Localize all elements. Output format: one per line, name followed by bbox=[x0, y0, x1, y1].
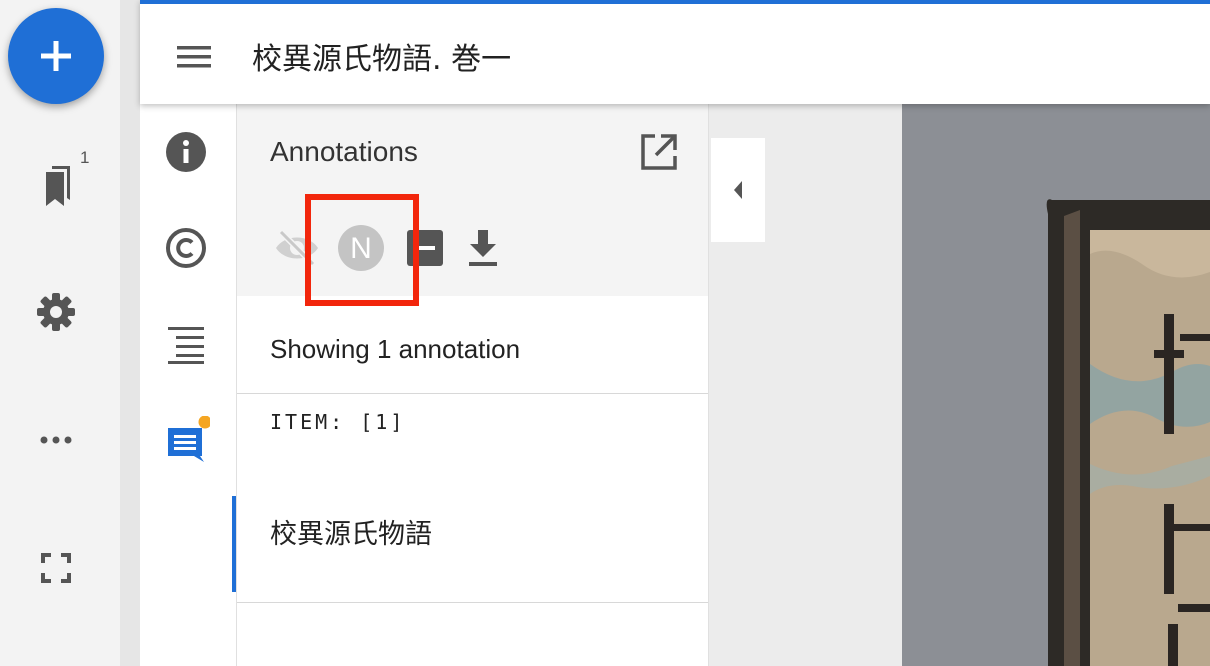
svg-text:N: N bbox=[350, 232, 372, 265]
more-horiz-icon bbox=[40, 436, 72, 444]
toggle-visibility-button[interactable] bbox=[273, 224, 321, 272]
divider bbox=[237, 602, 708, 603]
open-in-new-icon bbox=[641, 134, 677, 170]
left-rail: 1 bbox=[0, 0, 120, 666]
bookmarks-icon bbox=[46, 166, 70, 206]
fullscreen-button[interactable] bbox=[26, 538, 86, 598]
notification-dot bbox=[198, 416, 210, 429]
settings-button[interactable] bbox=[26, 282, 86, 342]
divider bbox=[237, 393, 708, 394]
tab-information[interactable] bbox=[160, 126, 212, 178]
annotation-item-label: ITEM: [1] bbox=[270, 410, 406, 434]
bookmark-count-badge: 1 bbox=[80, 148, 90, 167]
book-image[interactable] bbox=[902, 104, 1210, 666]
hamburger-icon bbox=[177, 46, 211, 68]
plus-icon bbox=[41, 41, 71, 71]
new-annotation-icon: N bbox=[338, 225, 384, 271]
chevron-left-icon bbox=[734, 181, 742, 199]
companion-area-tabs bbox=[140, 104, 237, 666]
window-title: 校異源氏物語. 巻一 bbox=[252, 42, 512, 77]
more-options-button[interactable] bbox=[26, 410, 86, 470]
collapse-panel-button[interactable] bbox=[711, 138, 765, 242]
tab-index[interactable] bbox=[160, 318, 212, 370]
minus-box-icon bbox=[407, 230, 443, 266]
book-cover-image bbox=[902, 104, 1210, 666]
annotation-item-text[interactable]: 校異源氏物語 bbox=[270, 512, 432, 551]
fullscreen-icon bbox=[41, 553, 71, 583]
annotation-comment-icon bbox=[168, 416, 210, 462]
download-button[interactable] bbox=[459, 224, 507, 272]
tab-annotations[interactable] bbox=[160, 414, 212, 466]
add-resource-button[interactable] bbox=[8, 8, 104, 104]
annotations-panel: Annotations N Showing 1 annotation ITEM:… bbox=[237, 104, 709, 666]
toc-icon bbox=[168, 327, 204, 364]
open-in-new-button[interactable] bbox=[639, 132, 679, 172]
image-viewer[interactable] bbox=[709, 104, 1210, 666]
window-menu-button[interactable] bbox=[174, 40, 214, 74]
gear-icon bbox=[37, 293, 75, 331]
panel-title: Annotations bbox=[270, 136, 418, 167]
collapse-annotations-button[interactable] bbox=[401, 224, 449, 272]
mirador-window: 校異源氏物語. 巻一 Annotations N Showing 1 annot… bbox=[140, 0, 1210, 666]
annotations-panel-header: Annotations N bbox=[237, 104, 708, 306]
tab-rights[interactable] bbox=[160, 222, 212, 274]
copyright-icon bbox=[166, 228, 206, 268]
rail-divider bbox=[120, 0, 140, 666]
active-tab-indicator bbox=[232, 496, 236, 592]
download-icon bbox=[469, 230, 497, 266]
new-annotation-button[interactable]: N bbox=[337, 224, 385, 272]
visibility-off-icon bbox=[276, 230, 318, 266]
bookmarks-button[interactable] bbox=[26, 156, 86, 216]
window-top-bar: 校異源氏物語. 巻一 bbox=[140, 0, 1210, 104]
annotation-count-text: Showing 1 annotation bbox=[270, 334, 521, 364]
info-icon bbox=[166, 132, 206, 172]
